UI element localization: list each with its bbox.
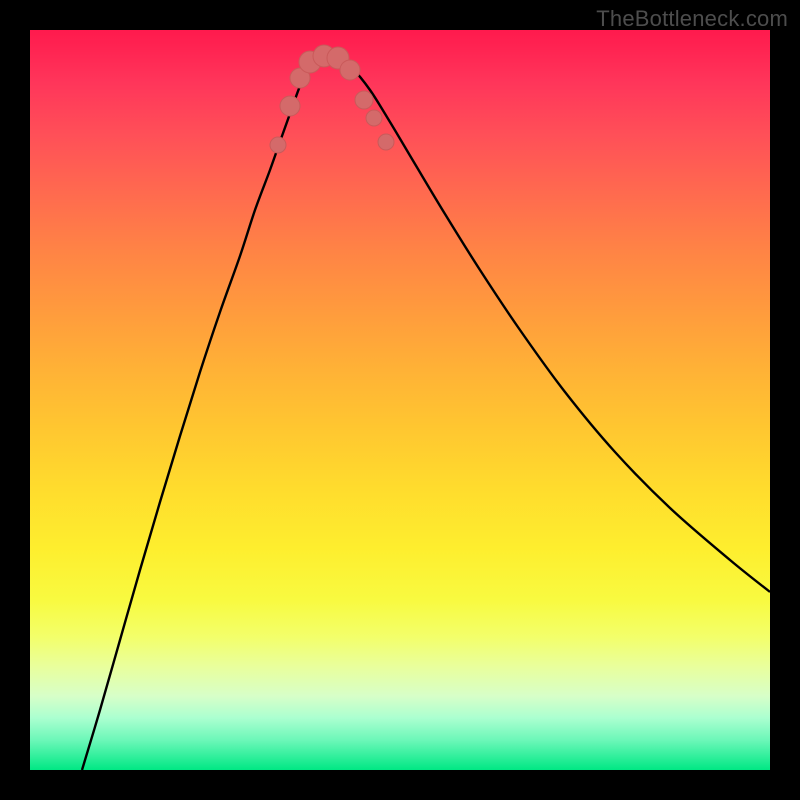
- chart-frame: TheBottleneck.com: [0, 0, 800, 800]
- watermark-text: TheBottleneck.com: [596, 6, 788, 32]
- curve-dot: [378, 134, 394, 150]
- curve-dot: [280, 96, 300, 116]
- curve-dot: [340, 60, 360, 80]
- bottleneck-curve: [82, 56, 770, 770]
- curve-svg: [30, 30, 770, 770]
- curve-dot: [270, 137, 286, 153]
- curve-dot: [366, 110, 382, 126]
- curve-dot: [355, 91, 373, 109]
- plot-area: [30, 30, 770, 770]
